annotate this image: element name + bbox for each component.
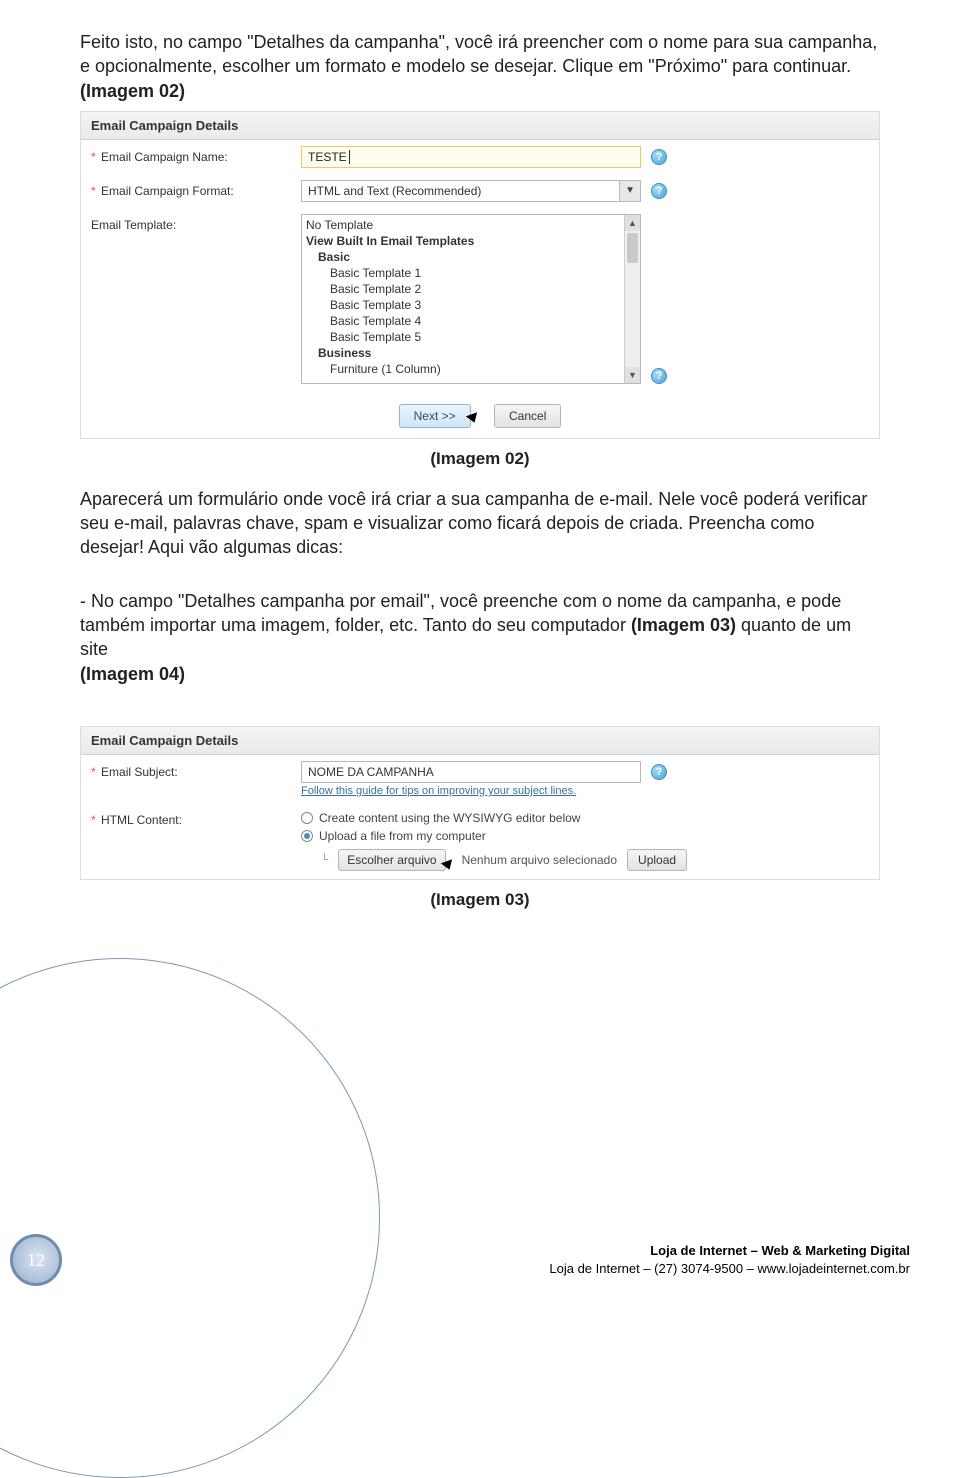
list-item[interactable]: Basic Template 1: [306, 265, 636, 281]
caption-image-03: (Imagem 03): [80, 890, 880, 910]
screenshot-image-02: Email Campaign Details * Email Campaign …: [80, 111, 880, 439]
help-icon[interactable]: ?: [651, 368, 667, 384]
caption-image-02: (Imagem 02): [80, 449, 880, 469]
row-campaign-name: * Email Campaign Name: TESTE ?: [81, 140, 879, 174]
list-item[interactable]: View Built In Email Templates: [306, 233, 636, 249]
required-asterisk: *: [91, 150, 96, 164]
help-icon[interactable]: ?: [651, 149, 667, 165]
row-email-template: Email Template: No Template View Built I…: [81, 208, 879, 390]
list-item[interactable]: Basic Template 5: [306, 329, 636, 345]
email-subject-input[interactable]: NOME DA CAMPANHA: [301, 761, 641, 783]
list-item: Business: [306, 345, 636, 361]
intro-paragraph: Feito isto, no campo "Detalhes da campan…: [80, 30, 880, 103]
row-campaign-format: * Email Campaign Format: HTML and Text (…: [81, 174, 879, 208]
page-number-badge: 12: [10, 1234, 62, 1286]
help-icon[interactable]: ?: [651, 764, 667, 780]
radio-wysiwyg[interactable]: Create content using the WYSIWYG editor …: [301, 809, 580, 827]
subject-tip-link[interactable]: Follow this guide for tips on improving …: [301, 783, 576, 797]
cursor-icon: [440, 860, 454, 873]
scroll-thumb[interactable]: [627, 233, 638, 263]
list-item[interactable]: Basic Template 2: [306, 281, 636, 297]
radio-icon: [301, 812, 313, 824]
label-campaign-name: * Email Campaign Name:: [91, 146, 301, 164]
list-item[interactable]: Basic Template 4: [306, 313, 636, 329]
upload-row: └ Escolher arquivo Nenhum arquivo seleci…: [301, 845, 691, 873]
middle-paragraph-1: Aparecerá um formulário onde você irá cr…: [80, 487, 880, 560]
required-asterisk: *: [91, 765, 96, 779]
template-listbox[interactable]: No Template View Built In Email Template…: [301, 214, 641, 384]
footer-text: Loja de Internet – Web & Marketing Digit…: [549, 1242, 910, 1277]
choose-file-button[interactable]: Escolher arquivo: [338, 849, 445, 871]
list-item[interactable]: No Template: [306, 217, 636, 233]
screenshot-image-03: Email Campaign Details * Email Subject: …: [80, 726, 880, 880]
next-button[interactable]: Next >>: [399, 404, 471, 428]
list-item[interactable]: Furniture (1 Column): [306, 361, 636, 377]
cancel-button[interactable]: Cancel: [494, 404, 561, 428]
chevron-down-icon: ▼: [619, 181, 640, 201]
panel-header: Email Campaign Details: [81, 112, 879, 140]
campaign-format-select[interactable]: HTML and Text (Recommended) ▼: [301, 180, 641, 202]
upload-button[interactable]: Upload: [627, 849, 687, 871]
list-item[interactable]: Basic Template 3: [306, 297, 636, 313]
radio-upload[interactable]: Upload a file from my computer: [301, 827, 486, 845]
no-file-text: Nenhum arquivo selecionado: [462, 853, 617, 867]
label-email-subject: * Email Subject:: [91, 761, 301, 779]
intro-text: Feito isto, no campo "Detalhes da campan…: [80, 32, 877, 76]
scrollbar[interactable]: ▲ ▼: [624, 215, 640, 383]
label-email-template: Email Template:: [91, 214, 301, 232]
campaign-name-input[interactable]: TESTE: [301, 146, 641, 168]
decorative-arc: [0, 958, 380, 1478]
label-campaign-format: * Email Campaign Format:: [91, 180, 301, 198]
required-asterisk: *: [91, 184, 96, 198]
radio-icon: [301, 830, 313, 842]
scroll-up-icon[interactable]: ▲: [625, 215, 640, 231]
row-email-subject: * Email Subject: NOME DA CAMPANHA ? Foll…: [81, 755, 879, 803]
panel-header: Email Campaign Details: [81, 727, 879, 755]
label-html-content: * HTML Content:: [91, 809, 301, 827]
required-asterisk: *: [91, 813, 96, 827]
scroll-down-icon[interactable]: ▼: [625, 367, 640, 383]
row-html-content: * HTML Content: Create content using the…: [81, 803, 879, 879]
tree-elbow-icon: └: [319, 853, 334, 867]
help-icon[interactable]: ?: [651, 183, 667, 199]
middle-paragraph-2: - No campo "Detalhes campanha por email"…: [80, 589, 880, 686]
button-row: Next >> Cancel: [81, 390, 879, 438]
intro-ref: (Imagem 02): [80, 81, 185, 101]
page-footer: 12 Loja de Internet – Web & Marketing Di…: [0, 1234, 960, 1286]
list-item: Basic: [306, 249, 636, 265]
